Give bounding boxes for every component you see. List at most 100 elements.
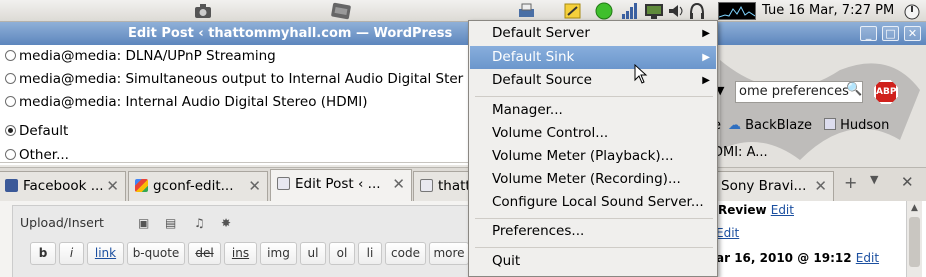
- hdmi-fragment: DMI: A...: [713, 145, 768, 160]
- close-icon[interactable]: ✕: [248, 172, 261, 200]
- close-icon[interactable]: ✕: [814, 172, 827, 200]
- browser-tabbar: Facebook ... ✕ gconf-edit... ✕ Edit Post…: [0, 167, 483, 202]
- quicktag-img[interactable]: img: [260, 242, 297, 265]
- cpu-monitor-graph[interactable]: [718, 2, 756, 20]
- radio-circle[interactable]: [5, 149, 16, 160]
- tab-facebook[interactable]: Facebook ... ✕: [0, 171, 126, 201]
- close-icon[interactable]: ✕: [106, 172, 119, 200]
- top-panel: Tue 16 Mar, 7:27 PM: [0, 0, 926, 22]
- radio-circle-selected[interactable]: [5, 125, 16, 136]
- sink-option-simultaneous[interactable]: media@media: Simultaneous output to Inte…: [5, 69, 463, 89]
- quicktag-ul[interactable]: ul: [300, 242, 326, 265]
- sink-option-default[interactable]: Default: [5, 121, 68, 141]
- post-editor: Upload/Insert ▣ ▤ ♫ ✸ b i link b-quote d…: [0, 201, 472, 277]
- quicktag-bquote[interactable]: b-quote: [127, 242, 185, 265]
- upload-insert-label: Upload/Insert: [20, 215, 104, 230]
- menu-separator: [475, 247, 713, 248]
- menu-quit[interactable]: Quit: [470, 250, 716, 273]
- quicktag-ol[interactable]: ol: [329, 242, 355, 265]
- browser-tabbar-right: Sony Bravi... ✕ + ▼ ✕: [700, 167, 926, 201]
- tab-label: Sony Bravi...: [721, 178, 807, 194]
- review-label: Review Edit: [718, 203, 794, 217]
- post-date: ar 16, 2010 @ 19:12 Edit: [716, 251, 880, 265]
- tab-gconf[interactable]: gconf-edit... ✕: [128, 171, 268, 201]
- facebook-icon: [5, 179, 18, 192]
- keyboard-icon[interactable]: [330, 2, 352, 20]
- notes-icon[interactable]: [563, 2, 583, 20]
- minimize-button[interactable]: _: [860, 26, 877, 41]
- submenu-arrow-icon: ▶: [702, 75, 710, 86]
- camera-icon[interactable]: [193, 2, 213, 20]
- headphones-icon[interactable]: [688, 2, 706, 20]
- tab-edit-post[interactable]: Edit Post ‹ ... ✕: [270, 169, 412, 202]
- menu-preferences[interactable]: Preferences...: [470, 220, 716, 243]
- bookmark-hudson-label: Hudson: [840, 118, 890, 133]
- bookmark-backblaze-label: BackBlaze: [745, 118, 813, 133]
- backblaze-icon: ☁: [728, 118, 741, 133]
- add-image-icon[interactable]: ▣: [138, 216, 149, 230]
- menu-separator: [475, 96, 713, 97]
- clock[interactable]: Tue 16 Mar, 7:27 PM: [762, 2, 894, 20]
- edit-link-2: Edit: [716, 226, 740, 240]
- quicktag-more[interactable]: more: [429, 242, 469, 265]
- window-titlebar[interactable]: Edit Post ‹ thattommyhall.com — WordPres…: [0, 22, 468, 45]
- google-icon: [135, 179, 148, 192]
- menu-manager[interactable]: Manager...: [470, 99, 716, 122]
- add-video-icon[interactable]: ▤: [165, 216, 176, 230]
- bookmark-backblaze[interactable]: ☁ BackBlaze: [728, 118, 812, 133]
- search-icon[interactable]: 🔍: [846, 82, 862, 97]
- menu-default-sink[interactable]: Default Sink ▶: [470, 46, 716, 69]
- signal-bars-icon[interactable]: [620, 2, 640, 20]
- add-media-icon[interactable]: ✸: [221, 216, 231, 230]
- quicktag-bold[interactable]: b: [30, 242, 56, 265]
- quicktag-link[interactable]: link: [87, 242, 124, 265]
- close-tab-icon[interactable]: ✕: [901, 173, 914, 191]
- menu-configure-local-sound-server[interactable]: Configure Local Sound Server...: [470, 191, 716, 214]
- menu-volume-meter-recording[interactable]: Volume Meter (Recording)...: [470, 168, 716, 191]
- volume-icon[interactable]: [667, 2, 687, 20]
- maximize-button[interactable]: □: [882, 26, 899, 41]
- scrollbar-thumb[interactable]: [909, 217, 920, 267]
- divider: [0, 162, 470, 163]
- tab-list-chevron-icon[interactable]: ▼: [870, 173, 878, 186]
- close-button[interactable]: ✕: [904, 26, 921, 41]
- radio-circle[interactable]: [5, 73, 16, 84]
- submenu-arrow-icon: ▶: [702, 52, 710, 63]
- submenu-arrow-icon: ▶: [702, 28, 710, 39]
- hudson-icon: [824, 118, 836, 130]
- edit-link-3[interactable]: Edit: [856, 251, 879, 265]
- quicktag-ins[interactable]: ins: [224, 242, 257, 265]
- menu-default-server[interactable]: Default Server ▶: [470, 22, 716, 45]
- monitor-icon[interactable]: [643, 2, 665, 20]
- printer-icon[interactable]: [516, 2, 536, 20]
- menu-default-source[interactable]: Default Source ▶: [470, 69, 716, 92]
- sink-option-dlna[interactable]: media@media: DLNA/UPnP Streaming: [5, 46, 276, 66]
- sink-list: media@media: DLNA/UPnP Streaming media@m…: [0, 45, 470, 165]
- power-icon[interactable]: [902, 2, 922, 20]
- quicktag-code[interactable]: code: [385, 242, 426, 265]
- radio-circle[interactable]: [5, 96, 16, 107]
- sound-server-menu: Default Server ▶ Default Sink ▶ Default So…: [468, 20, 718, 277]
- status-green-icon[interactable]: [594, 2, 614, 20]
- new-tab-plus-icon[interactable]: +: [844, 173, 857, 192]
- bookmark-hudson[interactable]: Hudson: [824, 118, 889, 133]
- quicktag-del[interactable]: del: [188, 242, 221, 265]
- menu-volume-control[interactable]: Volume Control...: [470, 122, 716, 145]
- edit-link[interactable]: Edit: [771, 203, 794, 217]
- add-audio-icon[interactable]: ♫: [194, 216, 205, 230]
- search-input[interactable]: ome preferences: [735, 81, 863, 103]
- quicktag-italic[interactable]: i: [59, 242, 84, 265]
- scrollbar[interactable]: ▲: [906, 201, 922, 277]
- quicktag-li[interactable]: li: [358, 242, 382, 265]
- page-icon: [420, 179, 433, 192]
- tab-sony-bravia[interactable]: Sony Bravi... ✕: [700, 171, 834, 201]
- menu-volume-meter-playback[interactable]: Volume Meter (Playback)...: [470, 145, 716, 168]
- menu-separator: [475, 218, 713, 219]
- scroll-up-icon[interactable]: ▲: [907, 203, 922, 213]
- sink-option-other[interactable]: Other...: [5, 145, 69, 165]
- browser-content-right: Review Edit Edit ar 16, 2010 @ 19:12 Edi…: [700, 201, 926, 277]
- close-icon[interactable]: ✕: [392, 170, 405, 198]
- abp-label: ABP: [876, 87, 897, 97]
- sink-option-hdmi[interactable]: media@media: Internal Audio Digital Ster…: [5, 92, 367, 112]
- radio-circle[interactable]: [5, 50, 16, 61]
